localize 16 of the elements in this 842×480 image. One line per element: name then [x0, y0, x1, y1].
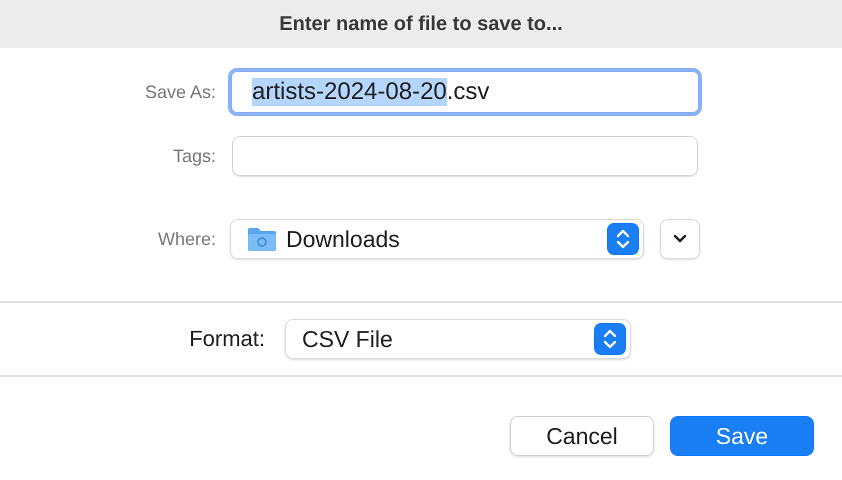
format-dropdown[interactable]: CSV File [285, 319, 631, 359]
filename-field[interactable]: artists-2024-08-20.csv [228, 68, 702, 116]
field-label: Save As: [144, 82, 217, 102]
window-title: Enter name of file to save to... [279, 12, 563, 36]
stepper-icon[interactable] [607, 223, 639, 255]
format-label: Format: [188, 326, 266, 352]
expand-button[interactable] [660, 219, 700, 259]
chevron-icon [673, 234, 687, 244]
save-button[interactable]: Save [670, 416, 814, 456]
field-label: Where: [156, 228, 217, 250]
cancel-button[interactable]: Cancel [510, 416, 654, 456]
folder-icon [247, 226, 277, 252]
stepper-icon[interactable] [594, 323, 626, 355]
location-dropdown[interactable]: Downloads [230, 219, 644, 259]
field-label: Tags: [172, 146, 217, 166]
tags-field[interactable] [232, 136, 698, 176]
